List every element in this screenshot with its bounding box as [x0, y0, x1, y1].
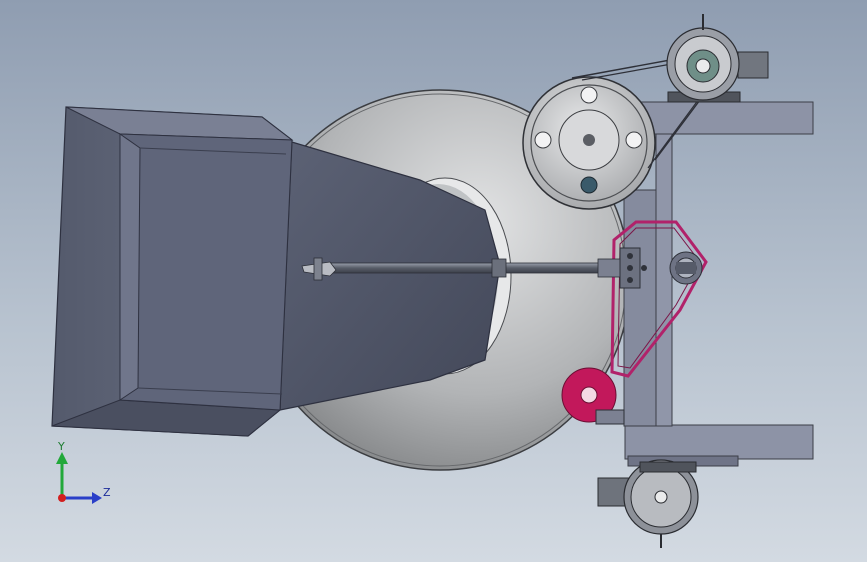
z-axis-label: Z — [103, 486, 111, 499]
tension-roller[interactable] — [561, 367, 625, 425]
drive-motor[interactable] — [666, 14, 769, 103]
sprocket[interactable] — [669, 251, 703, 285]
secondary-motor[interactable] — [597, 459, 699, 548]
x-axis-dot — [58, 494, 66, 502]
axis-triad — [56, 452, 102, 504]
large-pulley[interactable] — [522, 76, 656, 210]
y-axis-label: Y — [58, 440, 65, 453]
model-canvas[interactable] — [0, 0, 867, 562]
cad-viewport[interactable]: Y Z — [0, 0, 867, 562]
